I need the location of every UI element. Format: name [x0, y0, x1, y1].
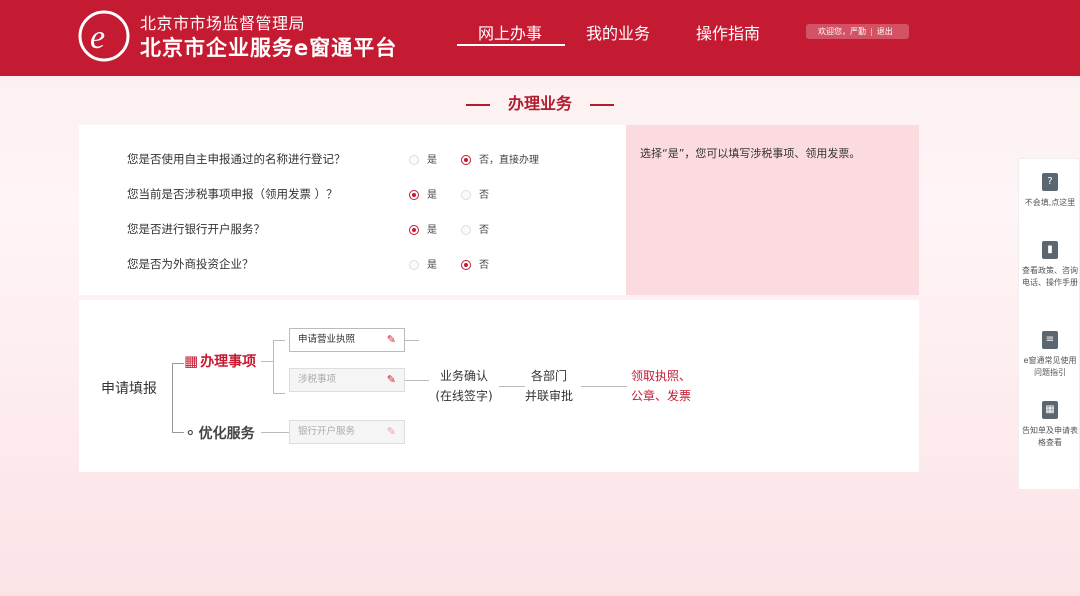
q4-yes-radio[interactable] [409, 260, 419, 270]
category-optimize: ⚬ 优化服务 [184, 424, 255, 442]
q1-yes-radio[interactable] [409, 155, 419, 165]
flow-connector [261, 361, 273, 362]
q1-no-option[interactable]: 否，直接办理 [461, 151, 539, 166]
q3-no-radio[interactable] [461, 225, 471, 235]
pencil-icon[interactable]: ✎ [387, 329, 396, 351]
book-icon: ▮ [1042, 241, 1058, 259]
question-1: 您是否使用自主申报通过的名称进行登记？ [127, 152, 346, 166]
nav-guide[interactable]: 操作指南 [696, 20, 760, 44]
license-field[interactable]: 申请营业执照 ✎ [289, 328, 405, 352]
svg-text:e: e [90, 19, 105, 56]
step-approval: 各部门 并联审批 [524, 369, 573, 403]
sidebar-faq[interactable]: ≡ e窗通常见使用问题指引 [1019, 331, 1080, 379]
qrcode-icon: ▦ [1042, 401, 1058, 419]
q1-no-radio[interactable] [461, 155, 471, 165]
q3-no-option[interactable]: 否 [461, 221, 489, 236]
people-icon: ⚬ [184, 424, 197, 442]
sidebar-forms[interactable]: ▦ 告知单及申请表格查看 [1019, 401, 1080, 449]
step-confirm: 业务确认 (在线签字) [435, 369, 493, 403]
nav-online-services[interactable]: 网上办事 [478, 20, 542, 44]
org-name: 北京市市场监督管理局 [140, 14, 306, 33]
question-4: 您是否为外商投资企业？ [127, 257, 254, 271]
document-icon: ▦ [184, 352, 199, 370]
flow-connector [273, 340, 285, 394]
top-header: e 北京市市场监督管理局 北京市企业服务e窗通平台 网上办事 我的业务 操作指南… [0, 0, 1080, 76]
q2-yes-radio[interactable] [409, 190, 419, 200]
step-result: 领取执照、 公章、发票 [631, 369, 692, 403]
tax-field[interactable]: 涉税事项 ✎ [289, 368, 405, 392]
flow-connector [581, 386, 627, 387]
question-icon: ? [1042, 173, 1058, 191]
question-3: 您是否进行银行开户服务？ [127, 222, 265, 236]
section-title: 办理业务 [0, 90, 1080, 114]
bank-field[interactable]: 银行开户服务 ✎ [289, 420, 405, 444]
q2-no-option[interactable]: 否 [461, 186, 489, 201]
user-box: 欢迎您，严勤 | 退出 [806, 24, 909, 39]
process-flow: 申请填报 ▦ 办理事项 ⚬ 优化服务 申请营业执照 ✎ 涉税事项 ✎ 银行开户服务 ✎ 业… [79, 300, 919, 472]
flow-connector [405, 340, 419, 341]
nav-my-business[interactable]: 我的业务 [586, 20, 650, 44]
side-toolbar: ? 不会填,点这里 ▮ 查看政策、咨询电话、操作手册 ≡ e窗通常见使用问题指引… [1018, 158, 1080, 490]
hint-panel: 选择“是”，您可以填写涉税事项、领用发票。 [626, 125, 919, 295]
category-handle: ▦ 办理事项 [184, 352, 257, 370]
sidebar-policy[interactable]: ▮ 查看政策、咨询电话、操作手册 [1019, 241, 1080, 289]
pencil-icon[interactable]: ✎ [387, 369, 396, 391]
q4-no-option[interactable]: 否 [461, 256, 489, 271]
q4-yes-option[interactable]: 是 [409, 256, 437, 271]
pencil-icon[interactable]: ✎ [387, 421, 396, 443]
q3-yes-radio[interactable] [409, 225, 419, 235]
welcome-text: 欢迎您，严勤 [818, 27, 866, 36]
q2-no-radio[interactable] [461, 190, 471, 200]
q4-no-radio[interactable] [461, 260, 471, 270]
q2-yes-option[interactable]: 是 [409, 186, 437, 201]
flow-connector [405, 380, 429, 381]
logout-link[interactable]: 退出 [877, 27, 893, 36]
q1-yes-option[interactable]: 是 [409, 151, 437, 166]
e-logo-icon: e [78, 10, 130, 62]
q3-yes-option[interactable]: 是 [409, 221, 437, 236]
list-icon: ≡ [1042, 331, 1058, 349]
question-panel: 您是否使用自主申报通过的名称进行登记？ 是 否，直接办理 您当前是否涉税事项申报… [79, 125, 626, 295]
flow-connector [172, 363, 184, 433]
platform-name: 北京市企业服务e窗通平台 [140, 36, 398, 60]
question-2: 您当前是否涉税事项申报（领用发票 ）？ [127, 187, 338, 201]
sidebar-help[interactable]: ? 不会填,点这里 [1019, 173, 1080, 209]
flow-connector [261, 432, 289, 433]
nav-active-indicator [457, 44, 565, 46]
flow-apply-label: 申请填报 [101, 381, 157, 397]
